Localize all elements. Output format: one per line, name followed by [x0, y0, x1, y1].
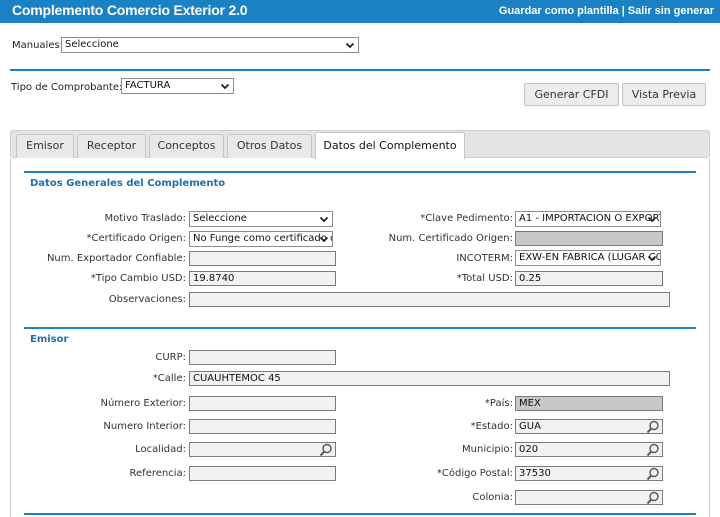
divider-top	[10, 69, 710, 71]
magnifier-icon[interactable]	[646, 420, 660, 434]
total-usd-label: *Total USD:	[456, 273, 513, 284]
codigo-postal-input[interactable]: 37530	[515, 466, 663, 481]
localidad-label: Localidad:	[135, 444, 186, 455]
tipo-cambio-input[interactable]: 19.8740	[189, 271, 336, 286]
manuales-label: Manuales:	[12, 40, 64, 51]
estado-value: GUA	[519, 421, 541, 432]
municipio-input[interactable]: 020	[515, 442, 663, 457]
chevron-down-icon	[647, 255, 657, 262]
save-template-link[interactable]: Guardar como plantilla	[499, 5, 619, 17]
section-title-emisor: Emisor	[30, 334, 69, 345]
clave-pedimento-select[interactable]: A1 - IMPORTACION O EXPORTACION DEFINITIV…	[515, 211, 661, 227]
magnifier-icon[interactable]	[646, 443, 660, 457]
incoterm-select[interactable]: EXW-EN FABRICA (LUGAR CONVENIDO)	[515, 250, 661, 266]
total-usd-input[interactable]: 0.25	[515, 271, 663, 286]
header-links: Guardar como plantilla | Salir sin generar	[499, 5, 714, 17]
numero-interior-label: Numero Interior:	[103, 421, 186, 432]
tipo-comprobante-select[interactable]: FACTURA	[121, 78, 234, 94]
pais-input[interactable]: MEX	[515, 396, 663, 411]
chevron-down-icon	[345, 42, 355, 49]
magnifier-icon[interactable]	[646, 491, 660, 505]
estado-label: *Estado:	[470, 421, 513, 432]
localidad-input[interactable]	[189, 442, 336, 457]
exit-without-save-link[interactable]: Salir sin generar	[628, 5, 714, 17]
section-divider-bottom	[24, 513, 696, 515]
pais-label: *País:	[484, 398, 513, 409]
certificado-origen-select[interactable]: No Funge como certificado de origen	[189, 231, 333, 247]
numero-exterior-label: Número Exterior:	[100, 398, 186, 409]
curp-input[interactable]	[189, 350, 336, 365]
motivo-traslado-select[interactable]: Seleccione	[189, 211, 333, 227]
tab-receptor[interactable]: Receptor	[77, 134, 146, 158]
codigo-postal-value: 37530	[519, 468, 551, 479]
colonia-input[interactable]	[515, 490, 663, 505]
incoterm-label: INCOTERM:	[456, 253, 513, 264]
title-bar: Complemento Comercio Exterior 2.0 Guarda…	[0, 0, 720, 23]
referencia-label: Referencia:	[129, 468, 186, 479]
numero-interior-input[interactable]	[189, 419, 336, 434]
curp-label: CURP:	[155, 352, 186, 363]
magnifier-icon[interactable]	[319, 443, 333, 457]
header-separator: |	[621, 5, 625, 17]
manuales-select[interactable]: Seleccione	[61, 37, 359, 53]
numero-exterior-input[interactable]	[189, 396, 336, 411]
generate-cfdi-button[interactable]: Generar CFDI	[524, 83, 619, 106]
codigo-postal-label: *Código Postal:	[436, 468, 513, 479]
chevron-down-icon	[319, 236, 329, 243]
tab-datos-complemento[interactable]: Datos del Complemento	[315, 132, 465, 159]
certificado-origen-label: *Certificado Origen:	[86, 233, 186, 244]
motivo-traslado-value: Seleccione	[193, 213, 247, 224]
chevron-down-icon	[647, 216, 657, 223]
motivo-traslado-label: Motivo Traslado:	[104, 213, 187, 224]
app-title: Complemento Comercio Exterior 2.0	[12, 2, 248, 18]
certificado-origen-value: No Funge como certificado de origen	[193, 233, 332, 244]
clave-pedimento-label: *Clave Pedimento:	[420, 213, 513, 224]
num-exportador-label: Num. Exportador Confiable:	[46, 253, 186, 264]
referencia-input[interactable]	[189, 466, 336, 481]
calle-input[interactable]: CUAUHTEMOC 45	[189, 371, 670, 386]
incoterm-value: EXW-EN FABRICA (LUGAR CONVENIDO)	[519, 252, 660, 263]
tab-emisor[interactable]: Emisor	[16, 134, 74, 158]
calle-label: *Calle:	[152, 373, 186, 384]
colonia-label: Colonia:	[472, 492, 513, 503]
municipio-label: Municipio:	[462, 444, 513, 455]
num-certificado-origen-input[interactable]	[515, 231, 663, 246]
tipo-cambio-label: *Tipo Cambio USD:	[90, 273, 186, 284]
chevron-down-icon	[220, 83, 230, 90]
manuales-select-value: Seleccione	[65, 39, 119, 50]
num-exportador-input[interactable]	[189, 251, 336, 266]
chevron-down-icon	[319, 216, 329, 223]
section-divider-emisor	[24, 327, 696, 329]
tipo-comprobante-label: Tipo de Comprobante:	[11, 82, 123, 93]
tab-conceptos[interactable]: Conceptos	[149, 134, 224, 158]
estado-input[interactable]: GUA	[515, 419, 663, 434]
section-title-general: Datos Generales del Complemento	[30, 178, 226, 189]
municipio-value: 020	[519, 444, 539, 455]
num-certificado-origen-label: Num. Certificado Origen:	[388, 233, 513, 244]
tipo-comprobante-value: FACTURA	[125, 80, 171, 91]
magnifier-icon[interactable]	[646, 467, 660, 481]
clave-pedimento-value: A1 - IMPORTACION O EXPORTACION DEFINITIV…	[519, 213, 660, 224]
observaciones-label: Observaciones:	[108, 294, 186, 305]
preview-button[interactable]: Vista Previa	[622, 83, 706, 106]
section-divider-general	[24, 171, 696, 173]
tab-otros-datos[interactable]: Otros Datos	[227, 134, 312, 158]
observaciones-input[interactable]	[189, 292, 670, 307]
